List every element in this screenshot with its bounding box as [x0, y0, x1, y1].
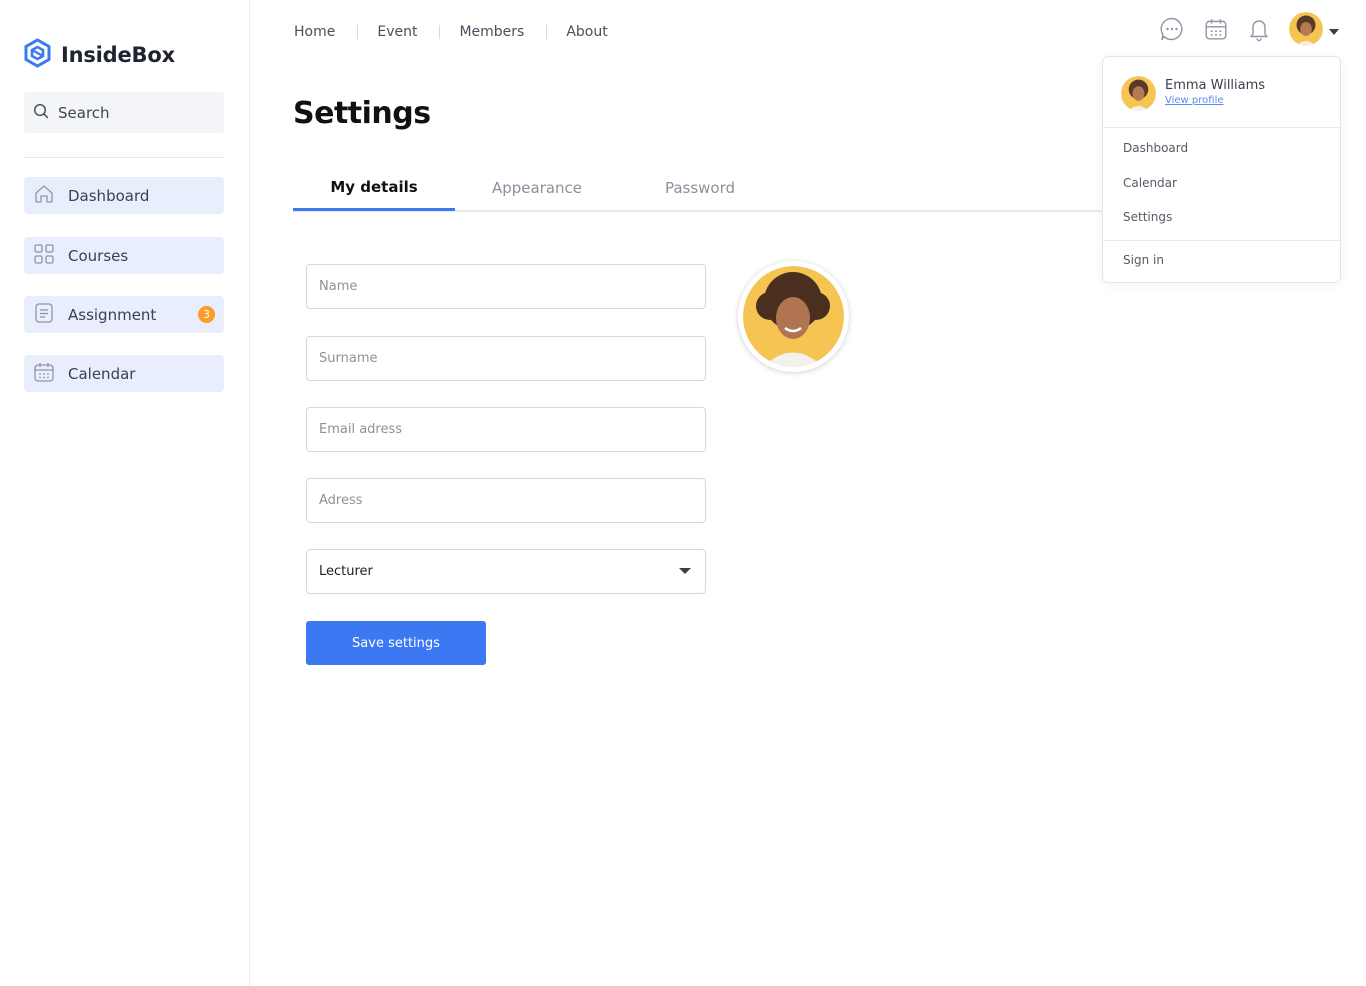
nav-divider — [546, 25, 548, 39]
logo-icon — [24, 38, 51, 72]
sidebar-item-label: Assignment — [68, 305, 157, 324]
role-select-value: Lecturer — [319, 564, 373, 579]
sidebar-item-dashboard[interactable]: Dashboard — [24, 177, 224, 214]
caret-down-icon[interactable] — [1329, 20, 1339, 39]
page-title: Settings — [293, 96, 431, 131]
role-select[interactable]: Lecturer — [306, 549, 706, 594]
nav-link-about[interactable]: About — [566, 24, 607, 40]
bell-icon[interactable] — [1244, 14, 1274, 44]
profile-dropdown: Emma Williams View profile Dashboard Cal… — [1102, 56, 1341, 283]
chevron-down-icon — [679, 564, 691, 579]
sidebar-item-label: Courses — [68, 246, 129, 265]
sidebar-item-assignment[interactable]: Assignment 3 — [24, 296, 224, 333]
sidebar-divider — [24, 157, 224, 158]
chat-icon[interactable] — [1157, 14, 1187, 44]
grid-icon — [33, 243, 55, 269]
name-field[interactable] — [306, 264, 706, 309]
search-box[interactable]: Search — [24, 92, 224, 133]
nav-link-home[interactable]: Home — [294, 24, 335, 40]
assignment-count-badge: 3 — [198, 306, 215, 323]
header-icons — [1157, 12, 1339, 46]
nav-divider — [357, 25, 359, 39]
top-nav: Home Event Members About — [294, 24, 608, 40]
search-icon — [33, 103, 49, 123]
dropdown-header: Emma Williams View profile — [1103, 57, 1340, 128]
surname-field[interactable] — [306, 336, 706, 381]
dropdown-user-name: Emma Williams — [1165, 78, 1266, 93]
dropdown-item-calendar[interactable]: Calendar — [1123, 176, 1177, 190]
save-settings-button[interactable]: Save settings — [306, 621, 486, 665]
avatar[interactable] — [1289, 12, 1323, 46]
email-field[interactable] — [306, 407, 706, 452]
search-placeholder: Search — [58, 103, 110, 122]
calendar-icon — [33, 361, 55, 387]
sidebar: InsideBox Search Dashboard Courses Assig… — [0, 0, 250, 986]
sidebar-item-label: Calendar — [68, 364, 136, 383]
sidebar-item-label: Dashboard — [68, 186, 150, 205]
dropdown-divider — [1103, 240, 1340, 241]
dropdown-avatar — [1121, 76, 1156, 111]
view-profile-link[interactable]: View profile — [1165, 95, 1224, 106]
dropdown-item-dashboard[interactable]: Dashboard — [1123, 141, 1188, 155]
calendar-icon[interactable] — [1201, 14, 1231, 44]
brand-name: InsideBox — [61, 43, 175, 67]
sidebar-item-calendar[interactable]: Calendar — [24, 355, 224, 392]
profile-photo[interactable] — [738, 261, 849, 372]
dropdown-item-settings[interactable]: Settings — [1123, 210, 1172, 224]
tab-appearance[interactable]: Appearance — [456, 165, 618, 211]
dropdown-item-sign-in[interactable]: Sign in — [1123, 253, 1164, 267]
nav-link-members[interactable]: Members — [459, 24, 524, 40]
brand[interactable]: InsideBox — [24, 38, 175, 72]
tab-my-details[interactable]: My details — [293, 165, 455, 211]
document-icon — [33, 302, 55, 328]
nav-divider — [439, 25, 441, 39]
sidebar-item-courses[interactable]: Courses — [24, 237, 224, 274]
home-icon — [33, 183, 55, 209]
nav-link-event[interactable]: Event — [377, 24, 417, 40]
tab-password[interactable]: Password — [619, 165, 781, 211]
address-field[interactable] — [306, 478, 706, 523]
